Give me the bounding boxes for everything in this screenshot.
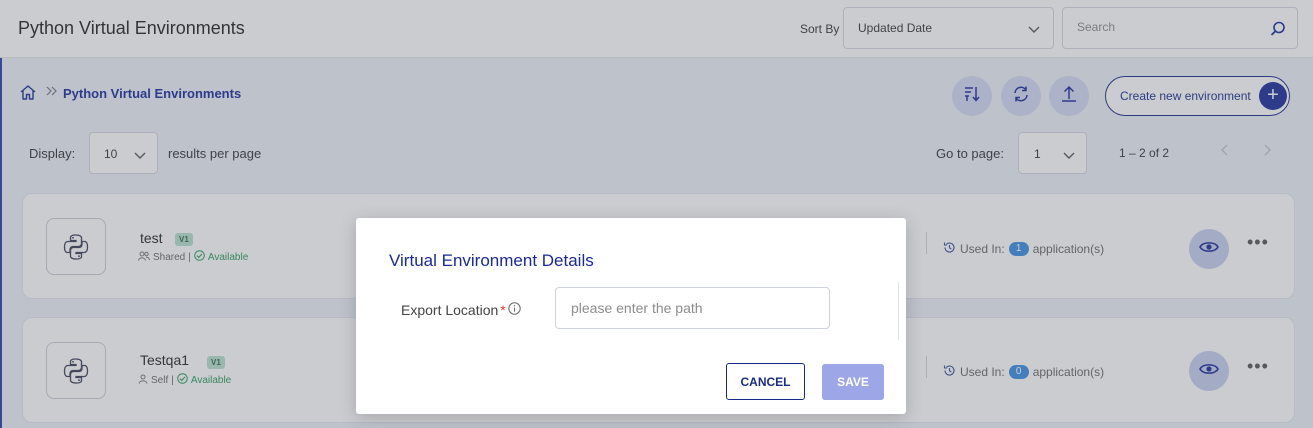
info-icon[interactable] xyxy=(508,302,521,318)
required-marker: * xyxy=(500,302,506,318)
export-location-label: Export Location * xyxy=(401,302,521,318)
export-location-label-text: Export Location xyxy=(401,302,499,318)
cancel-button[interactable]: CANCEL xyxy=(726,363,805,400)
dialog-divider xyxy=(898,282,899,340)
virtual-environment-details-dialog: Virtual Environment Details Export Locat… xyxy=(356,218,906,414)
dialog-title: Virtual Environment Details xyxy=(389,251,594,270)
save-button[interactable]: SAVE xyxy=(822,364,884,400)
export-location-input[interactable] xyxy=(555,287,830,329)
